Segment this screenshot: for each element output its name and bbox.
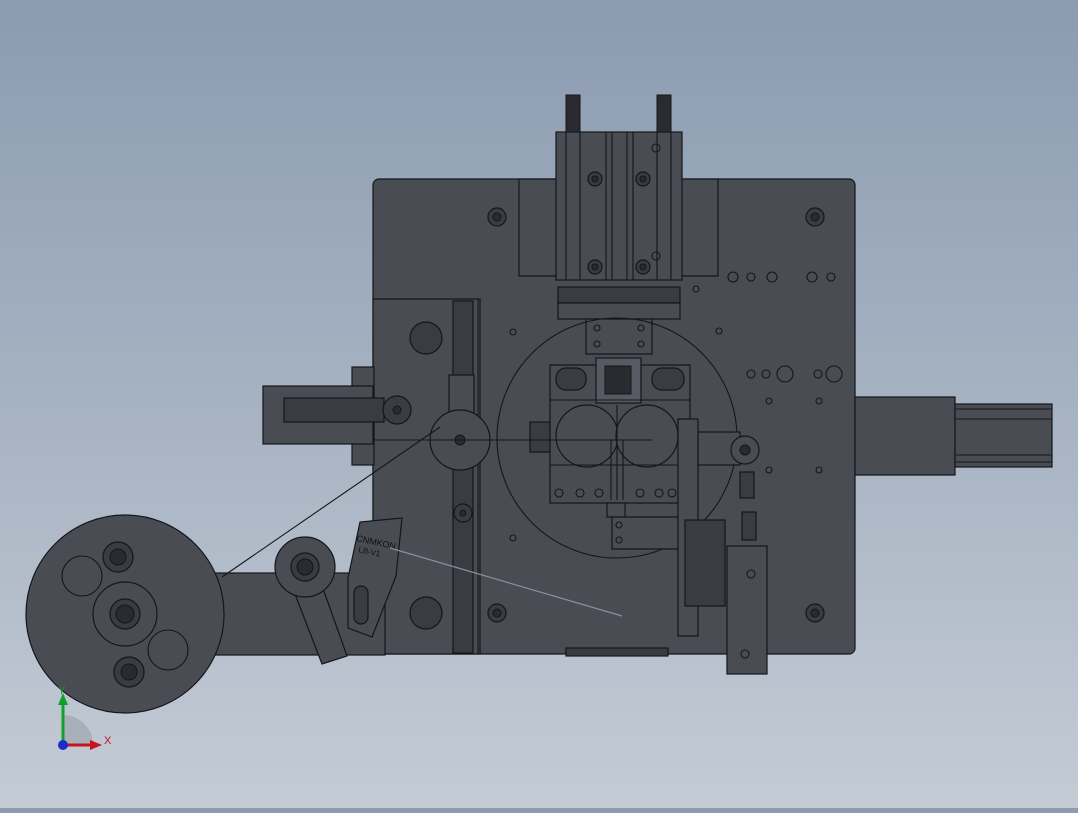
guide-rod-right xyxy=(656,94,672,136)
assembly-drawing: .p { fill:#4a4c54; stroke:#15161a; strok… xyxy=(25,94,1053,750)
roller-block xyxy=(529,357,691,504)
triad-y-label: Y xyxy=(58,685,66,697)
right-cylinder xyxy=(854,396,1053,476)
left-slide xyxy=(372,298,491,655)
bottom-bar xyxy=(565,647,669,657)
triad-x-label: X xyxy=(104,735,112,747)
top-cylinder xyxy=(555,131,683,281)
guide-rod-left xyxy=(565,94,581,136)
cad-viewport[interactable]: .p { fill:#4a4c54; stroke:#15161a; strok… xyxy=(0,0,1078,808)
